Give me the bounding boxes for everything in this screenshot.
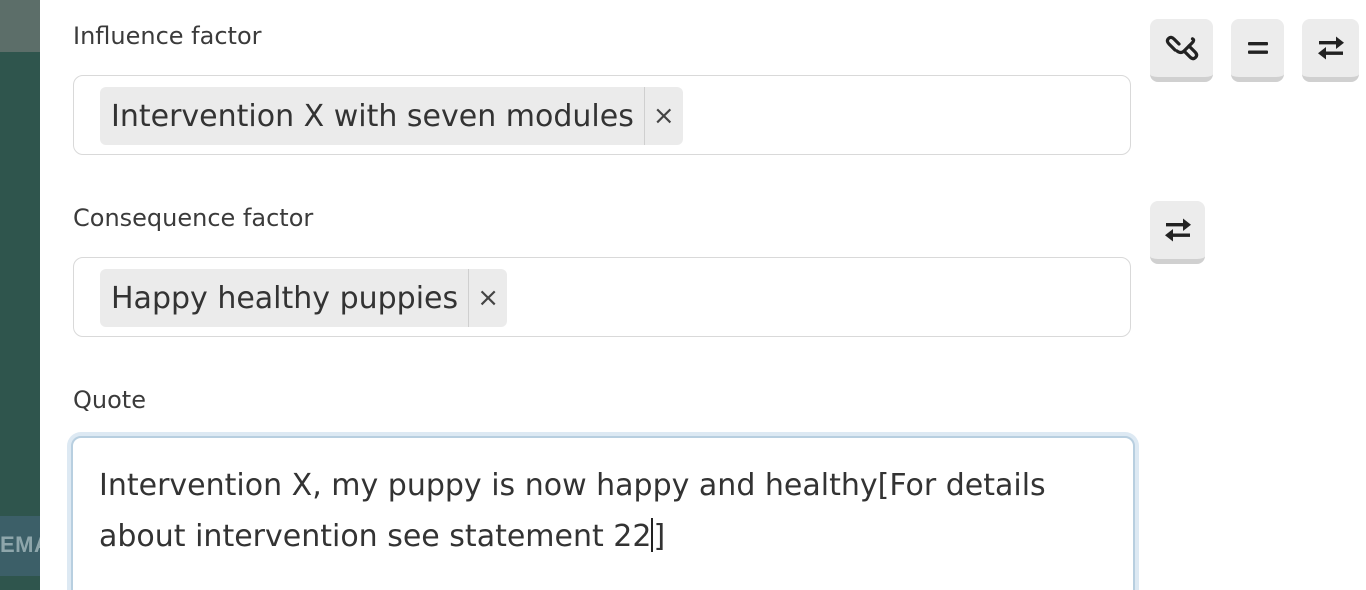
quote-text-after-caret: ] [653,519,666,554]
consequence-swap-button[interactable] [1150,201,1205,264]
equals-button[interactable] [1231,19,1284,82]
remove-tag-button[interactable]: × [643,87,683,145]
background-badge: EMA [0,516,40,576]
consequence-factor-tag-text: Happy healthy puppies [111,280,459,316]
background-header-strip [0,0,40,52]
swap-button[interactable] [1302,19,1359,82]
background-overlay [0,0,40,590]
equals-icon [1247,42,1268,54]
quote-text-before-caret: Intervention X, my puppy is now happy an… [99,468,1046,554]
link-button[interactable] [1150,19,1213,82]
quote-textarea[interactable]: Intervention X, my puppy is now happy an… [71,436,1135,590]
quote-text: Intervention X, my puppy is now happy an… [99,460,1107,562]
consequence-factor-tag: Happy healthy puppies × [100,269,508,327]
influence-factor-tag: Intervention X with seven modules × [100,87,683,145]
swap-icon [1164,218,1191,242]
quote-label: Quote [73,386,146,414]
swap-icon [1317,36,1344,60]
influence-factor-input[interactable]: Intervention X with seven modules × [73,75,1131,155]
link-editor-panel: Influence factor Intervention X with sev… [40,0,1366,590]
consequence-factor-input[interactable]: Happy healthy puppies × [73,257,1131,337]
consequence-factor-label: Consequence factor [73,204,314,232]
influence-factor-tag-text: Intervention X with seven modules [111,98,634,134]
remove-tag-button[interactable]: × [468,269,507,327]
background-badge-text: EMA [0,532,40,557]
app-root: EMA Influence factor Intervention X with… [0,0,1366,590]
influence-factor-label: Influence factor [73,22,262,50]
link-icon [1165,35,1198,61]
